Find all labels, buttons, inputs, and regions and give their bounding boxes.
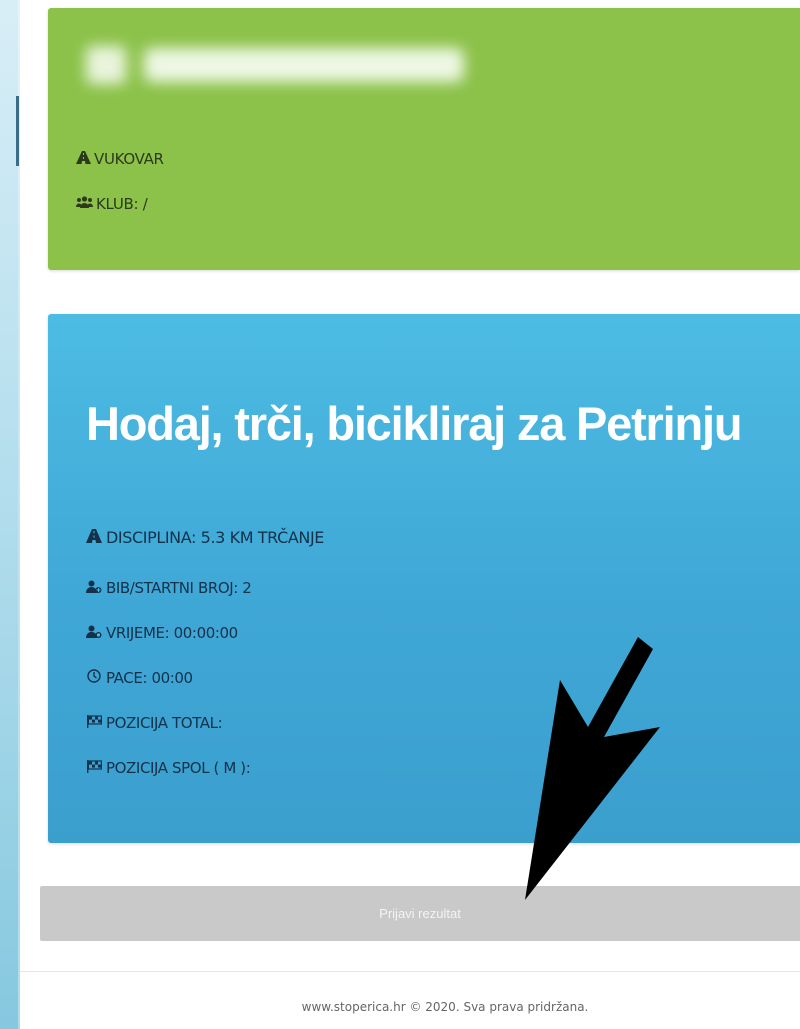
athlete-city: VUKOVAR: [76, 150, 164, 168]
event-pace-text: PACE: 00:00: [106, 669, 193, 687]
event-position-gender-text: POZICIJA SPOL ( M ):: [106, 759, 251, 777]
user-plus-icon: [86, 580, 102, 597]
athlete-name-redacted: [86, 38, 471, 96]
event-bib: BIB/STARTNI BROJ: 2: [86, 579, 252, 597]
checkered-flag-icon: [86, 714, 102, 732]
footer-divider: [20, 971, 800, 972]
footer-copyright: www.stoperica.hr © 2020. Sva prava pridr…: [301, 1000, 589, 1014]
event-position-gender: POZICIJA SPOL ( M ):: [86, 759, 251, 777]
event-discipline-text: DISCIPLINA: 5.3 KM TRČANJE: [106, 528, 324, 547]
event-position-total-text: POZICIJA TOTAL:: [106, 714, 223, 732]
page-container: VUKOVAR KLUB: / Hodaj, trči, bicikliraj …: [20, 0, 800, 1029]
left-edge-strip: [0, 0, 19, 1029]
event-time-text: VRIJEME: 00:00:00: [106, 624, 238, 642]
event-time: VRIJEME: 00:00:00: [86, 624, 238, 642]
report-result-button[interactable]: Prijavi rezultat: [40, 886, 800, 941]
left-edge-accent: [16, 96, 19, 166]
event-position-total: POZICIJA TOTAL:: [86, 714, 223, 732]
athlete-club: KLUB: /: [76, 195, 148, 213]
event-pace: PACE: 00:00: [86, 669, 193, 687]
event-result-card: Hodaj, trči, bicikliraj za Petrinju DISC…: [48, 314, 800, 843]
road-icon: [86, 528, 102, 547]
event-title: Hodaj, trči, bicikliraj za Petrinju: [86, 397, 743, 450]
checkered-flag-icon: [86, 759, 102, 777]
user-clock-icon: [86, 625, 102, 642]
event-bib-text: BIB/STARTNI BROJ: 2: [106, 579, 252, 597]
athlete-club-text: KLUB: /: [96, 195, 148, 213]
clock-icon: [86, 669, 102, 687]
top-bar: [20, 0, 800, 8]
road-icon: [76, 150, 91, 168]
athlete-city-text: VUKOVAR: [94, 150, 164, 168]
event-discipline: DISCIPLINA: 5.3 KM TRČANJE: [86, 528, 324, 547]
users-icon: [76, 196, 93, 212]
athlete-profile-card: VUKOVAR KLUB: /: [48, 8, 800, 270]
